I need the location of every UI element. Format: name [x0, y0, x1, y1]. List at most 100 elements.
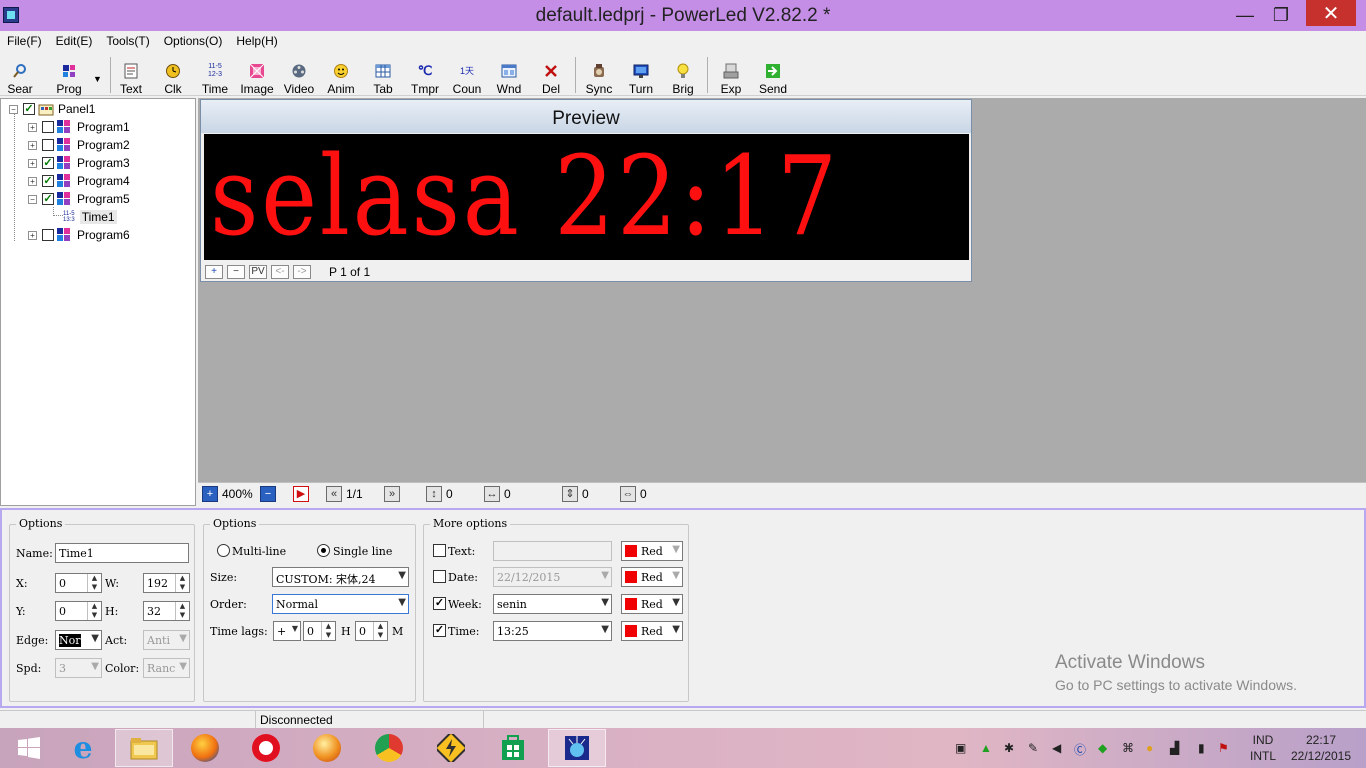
program3-checkbox[interactable]: ✓ — [42, 157, 54, 169]
page-navigation[interactable]: « 1/1 — [326, 486, 363, 502]
usb-tray-icon[interactable]: ⌘ — [1122, 741, 1134, 755]
program-dropdown-icon[interactable]: ▼ — [93, 74, 102, 84]
turn-button[interactable]: Turn — [621, 54, 661, 96]
w-field[interactable]: 192 ▲ ▼ — [143, 573, 190, 593]
menu-edit[interactable]: Edit(E) — [56, 31, 93, 52]
date-color-select[interactable]: Red ▼ — [621, 567, 683, 587]
program6-checkbox[interactable] — [42, 229, 54, 241]
minutes-spinner-icon[interactable]: ▲ ▼ — [373, 622, 387, 640]
taskbar-opera[interactable] — [237, 729, 295, 767]
export-button[interactable]: Exp — [711, 54, 751, 96]
taskbar-powerled[interactable] — [548, 729, 606, 767]
zoom-control[interactable]: + 400% — [202, 486, 253, 502]
date-option-checkbox[interactable] — [433, 570, 446, 583]
multiline-radio[interactable] — [217, 544, 230, 557]
program2-checkbox[interactable] — [42, 139, 54, 151]
network-tray-icon[interactable]: ▣ — [955, 741, 966, 755]
brightness-button[interactable]: Brig — [663, 54, 703, 96]
vertical-size[interactable]: ⇕ 0 — [562, 486, 589, 502]
collapse-icon[interactable]: − — [28, 194, 37, 204]
chrome-tray-icon[interactable]: ● — [1146, 741, 1153, 755]
y-field[interactable]: 0 ▲ ▼ — [55, 601, 102, 621]
bluetooth-icon[interactable]: ✱ — [1004, 741, 1014, 755]
expand-icon[interactable]: + — [28, 230, 37, 240]
week-option-checkbox[interactable]: ✓ — [433, 597, 446, 610]
collapse-icon[interactable]: − — [9, 104, 18, 114]
time-option-select[interactable]: 13:25 ▼ — [493, 621, 612, 641]
animation-button[interactable]: Anim — [321, 54, 361, 96]
taskbar-chrome[interactable] — [360, 729, 418, 767]
singleline-radio[interactable] — [317, 544, 330, 557]
taskbar-file-explorer[interactable] — [115, 729, 173, 767]
tree-program6[interactable]: + Program6 — [28, 226, 130, 244]
horizontal-resize-icon[interactable]: ↔ — [484, 486, 500, 502]
w-spinner-icon[interactable]: ▲ ▼ — [175, 574, 189, 592]
signal-icon[interactable]: ▟ — [1170, 741, 1179, 755]
text-button[interactable]: Text — [111, 54, 151, 96]
time-option-checkbox[interactable]: ✓ — [433, 624, 446, 637]
play-control[interactable]: ▶ — [293, 486, 313, 502]
speed-select[interactable]: 3 ▼ — [55, 658, 102, 678]
project-tree[interactable]: − ✓ Panel1 + Program1 + Program2 + ✓ Pro… — [0, 98, 196, 506]
menu-tools[interactable]: Tools(T) — [106, 31, 149, 52]
h-spinner-icon[interactable]: ▲ ▼ — [175, 602, 189, 620]
horizontal-size[interactable]: ⇔ 0 — [620, 486, 647, 502]
expand-icon[interactable]: + — [28, 176, 37, 186]
taskbar-app-orange[interactable] — [298, 729, 356, 767]
tree-program4[interactable]: + ✓ Program4 — [28, 172, 130, 190]
act-select[interactable]: Anti ▼ — [143, 630, 190, 650]
x-field[interactable]: 0 ▲ ▼ — [55, 573, 102, 593]
zoom-out-control[interactable]: − — [260, 486, 280, 502]
preview-window[interactable]: Preview selasa 22:17 + − PV <- -> P 1 of… — [200, 99, 972, 282]
window-button[interactable]: Wnd — [489, 54, 529, 96]
time-lags-hours[interactable]: 0 ▲ ▼ — [303, 621, 336, 641]
horizontal-size-icon[interactable]: ⇔ — [620, 486, 636, 502]
taskbar-app-lightning[interactable] — [422, 729, 480, 767]
first-page-icon[interactable]: « — [326, 486, 342, 502]
taskbar-store[interactable] — [484, 729, 542, 767]
time-lags-sign-select[interactable]: + ▼ — [273, 621, 301, 641]
video-button[interactable]: Video — [279, 54, 319, 96]
expand-icon[interactable]: + — [28, 140, 37, 150]
week-option-select[interactable]: senin ▼ — [493, 594, 612, 614]
menu-options[interactable]: Options(O) — [164, 31, 223, 52]
next-page-button[interactable]: -> — [293, 265, 311, 279]
tools-tray-icon[interactable]: ✎ — [1028, 741, 1038, 755]
tree-program5[interactable]: − ✓ Program5 — [28, 190, 130, 208]
clock[interactable]: 22:17 22/12/2015 — [1288, 732, 1354, 764]
close-button[interactable]: ✕ — [1306, 0, 1356, 26]
x-spinner-icon[interactable]: ▲ ▼ — [87, 574, 101, 592]
text-color-select[interactable]: Red ▼ — [621, 541, 683, 561]
edge-select[interactable]: Nor ▼ — [55, 630, 102, 650]
tree-panel-node[interactable]: − ✓ Panel1 — [9, 100, 95, 118]
tree-program1[interactable]: + Program1 — [28, 118, 130, 136]
expand-icon[interactable]: + — [28, 158, 37, 168]
tree-time1[interactable]: 11-5 13:3 Time1 — [63, 208, 117, 226]
flag-icon[interactable]: ⚑ — [1218, 741, 1229, 755]
text-option-checkbox[interactable] — [433, 544, 446, 557]
menu-help[interactable]: Help(H) — [236, 31, 277, 52]
image-button[interactable]: Image — [237, 54, 277, 96]
zoom-out-button[interactable]: − — [227, 265, 245, 279]
triangle-tray-icon[interactable]: ▲ — [980, 741, 992, 755]
shield-tray-icon[interactable]: ◆ — [1098, 741, 1107, 755]
time-lags-minutes[interactable]: 0 ▲ ▼ — [355, 621, 388, 641]
clock-button[interactable]: Clk — [153, 54, 193, 96]
previous-page-button[interactable]: <- — [271, 265, 289, 279]
zoom-out-icon[interactable]: − — [260, 486, 276, 502]
play-icon[interactable]: ▶ — [293, 486, 309, 502]
last-page-icon[interactable]: » — [384, 486, 400, 502]
counter-button[interactable]: 1天 Coun — [447, 54, 487, 96]
size-select[interactable]: CUSTOM: 宋体,24 ▼ — [272, 567, 409, 587]
singleline-label[interactable]: Single line — [333, 545, 392, 558]
text-option-field[interactable] — [493, 541, 612, 561]
program-button[interactable]: Prog — [49, 54, 89, 96]
order-select[interactable]: Normal ▼ — [272, 594, 409, 614]
taskbar-firefox[interactable] — [176, 729, 234, 767]
horizontal-offset[interactable]: ↔ 0 — [484, 486, 511, 502]
date-option-select[interactable]: 22/12/2015 ▼ — [493, 567, 612, 587]
h-field[interactable]: 32 ▲ ▼ — [143, 601, 190, 621]
program5-checkbox[interactable]: ✓ — [42, 193, 54, 205]
week-color-select[interactable]: Red ▼ — [621, 594, 683, 614]
taskbar-internet-explorer[interactable]: e — [54, 729, 112, 767]
